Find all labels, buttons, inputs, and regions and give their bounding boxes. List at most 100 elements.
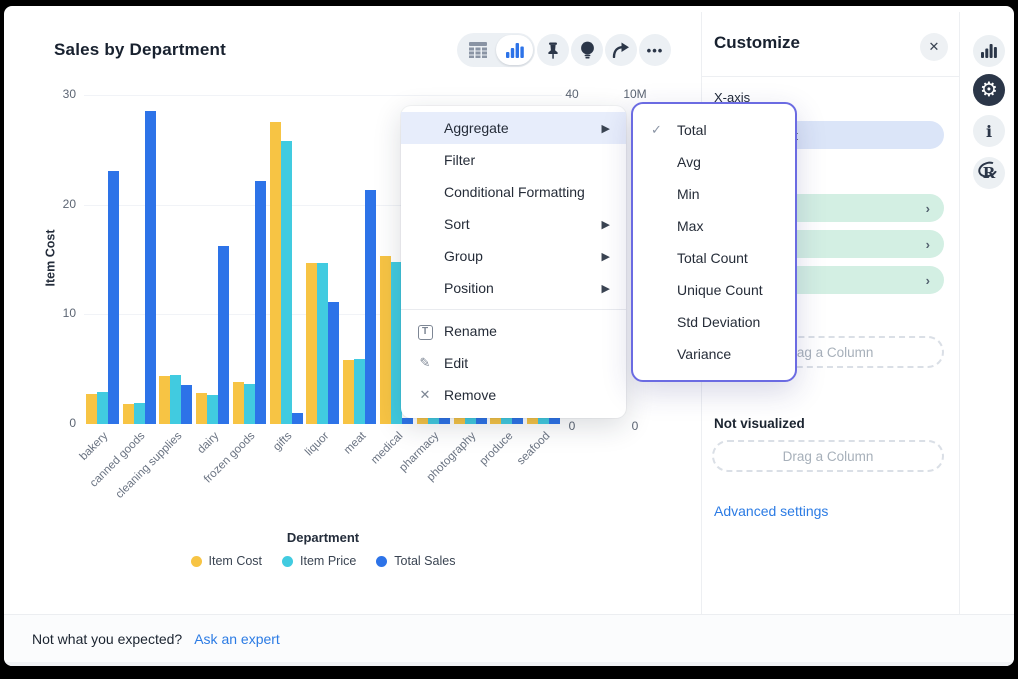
bar-chart-icon bbox=[981, 44, 997, 58]
submenu-item-std-deviation[interactable]: Std Deviation bbox=[633, 306, 795, 338]
share-button[interactable] bbox=[605, 34, 637, 66]
submenu-item-max[interactable]: Max bbox=[633, 210, 795, 242]
page-title: Sales by Department bbox=[54, 40, 226, 60]
submenu-item-label: Total bbox=[677, 122, 707, 138]
bar-item-price[interactable] bbox=[134, 403, 145, 424]
submenu-item-avg[interactable]: Avg bbox=[633, 146, 795, 178]
bar-item-cost[interactable] bbox=[270, 122, 281, 424]
legend-item-item-price[interactable]: Item Price bbox=[282, 554, 356, 568]
rail-settings-button[interactable]: ⚙ bbox=[973, 74, 1005, 106]
submenu-item-total-count[interactable]: Total Count bbox=[633, 242, 795, 274]
bar-group-gifts[interactable] bbox=[268, 122, 305, 424]
bar-group-cleaning-supplies[interactable] bbox=[158, 375, 195, 424]
lightbulb-icon bbox=[580, 41, 595, 59]
submenu-item-label: Std Deviation bbox=[677, 314, 760, 330]
chart-view-button[interactable] bbox=[496, 35, 533, 65]
bar-total-sales[interactable] bbox=[402, 418, 413, 424]
table-icon bbox=[469, 42, 487, 58]
table-view-button[interactable] bbox=[459, 35, 496, 65]
bar-item-price[interactable] bbox=[281, 141, 292, 424]
footer-question: Not what you expected? bbox=[32, 631, 182, 647]
bar-total-sales[interactable] bbox=[365, 190, 376, 424]
bar-total-sales[interactable] bbox=[292, 413, 303, 424]
menu-item-edit[interactable]: ✎Edit bbox=[401, 347, 626, 379]
rail-info-button[interactable]: i bbox=[973, 115, 1005, 147]
more-options-button[interactable]: ••• bbox=[639, 34, 671, 66]
view-toggle[interactable] bbox=[457, 33, 535, 67]
bar-item-cost[interactable] bbox=[233, 382, 244, 424]
menu-item-label: Group bbox=[444, 248, 483, 264]
drag-placeholder: Drag a Column bbox=[783, 449, 874, 464]
y-tick-label: 10 bbox=[46, 306, 76, 320]
bar-total-sales[interactable] bbox=[108, 171, 119, 424]
close-panel-button[interactable]: ✕ bbox=[920, 33, 948, 61]
menu-item-rename[interactable]: TRename bbox=[401, 315, 626, 347]
bar-item-cost[interactable] bbox=[196, 393, 207, 424]
menu-item-group[interactable]: Group▶ bbox=[401, 240, 626, 272]
bar-group-meat[interactable] bbox=[341, 190, 378, 424]
menu-item-position[interactable]: Position▶ bbox=[401, 272, 626, 304]
bar-item-price[interactable] bbox=[97, 392, 108, 424]
submenu-item-label: Min bbox=[677, 186, 700, 202]
bar-item-price[interactable] bbox=[244, 384, 255, 424]
legend-dot bbox=[191, 556, 202, 567]
menu-item-label: Edit bbox=[444, 355, 468, 371]
bar-total-sales[interactable] bbox=[328, 302, 339, 424]
bar-group-frozen-goods[interactable] bbox=[231, 181, 268, 424]
bar-total-sales[interactable] bbox=[218, 246, 229, 424]
ask-an-expert-link[interactable]: Ask an expert bbox=[194, 631, 280, 647]
bar-item-cost[interactable] bbox=[86, 394, 97, 424]
pin-button[interactable] bbox=[537, 34, 569, 66]
app-window: Sales by Department bbox=[4, 6, 1014, 666]
customize-panel-title: Customize bbox=[714, 33, 800, 53]
bar-group-liquor[interactable] bbox=[305, 263, 342, 424]
bar-item-cost[interactable] bbox=[380, 256, 391, 424]
submenu-item-label: Avg bbox=[677, 154, 701, 170]
not-visualized-drop-zone[interactable]: Drag a Column bbox=[712, 440, 944, 472]
checkmark-icon: ✓ bbox=[651, 122, 662, 138]
bar-item-cost[interactable] bbox=[159, 376, 170, 424]
bar-total-sales[interactable] bbox=[145, 111, 156, 424]
submenu-item-total[interactable]: ✓ Total bbox=[633, 114, 795, 146]
screenshot-frame: Sales by Department bbox=[0, 0, 1018, 679]
bar-item-price[interactable] bbox=[354, 359, 365, 424]
advanced-settings-link[interactable]: Advanced settings bbox=[714, 503, 828, 519]
menu-item-remove[interactable]: ✕Remove bbox=[401, 379, 626, 411]
bar-group-canned-goods[interactable] bbox=[121, 111, 158, 424]
legend-label: Total Sales bbox=[394, 554, 455, 568]
bar-group-dairy[interactable] bbox=[194, 246, 231, 424]
y-axis-title: Item Cost bbox=[43, 230, 57, 287]
menu-item-aggregate[interactable]: Aggregate▶ bbox=[401, 112, 626, 144]
bar-item-price[interactable] bbox=[170, 375, 181, 424]
chevron-right-icon: › bbox=[926, 273, 930, 288]
menu-item-filter[interactable]: Filter bbox=[401, 144, 626, 176]
panel-header-divider bbox=[701, 76, 959, 77]
bar-group-bakery[interactable] bbox=[84, 171, 121, 424]
insights-button[interactable] bbox=[571, 34, 603, 66]
submenu-item-unique-count[interactable]: Unique Count bbox=[633, 274, 795, 306]
footer-substrip bbox=[4, 662, 1014, 666]
menu-item-conditional-formatting[interactable]: Conditional Formatting bbox=[401, 176, 626, 208]
bar-total-sales[interactable] bbox=[181, 385, 192, 424]
bar-item-price[interactable] bbox=[207, 395, 218, 424]
submenu-item-min[interactable]: Min bbox=[633, 178, 795, 210]
legend-item-total-sales[interactable]: Total Sales bbox=[376, 554, 455, 568]
rail-chart-button[interactable] bbox=[973, 35, 1005, 67]
rail-r-logo-button[interactable]: R bbox=[973, 157, 1005, 189]
menu-item-label: Rename bbox=[444, 323, 497, 339]
submenu-item-label: Variance bbox=[677, 346, 731, 362]
chart-legend: Item Cost Item Price Total Sales bbox=[84, 554, 562, 568]
bar-item-cost[interactable] bbox=[123, 404, 134, 424]
pin-icon bbox=[545, 42, 561, 59]
legend-dot bbox=[282, 556, 293, 567]
context-menu: Aggregate▶FilterConditional FormattingSo… bbox=[401, 106, 626, 418]
submenu-item-variance[interactable]: Variance bbox=[633, 338, 795, 370]
bar-item-cost[interactable] bbox=[343, 360, 354, 424]
menu-divider bbox=[401, 309, 626, 310]
rail-divider bbox=[959, 12, 960, 614]
bar-total-sales[interactable] bbox=[255, 181, 266, 424]
bar-item-price[interactable] bbox=[317, 263, 328, 424]
menu-item-sort[interactable]: Sort▶ bbox=[401, 208, 626, 240]
legend-item-item-cost[interactable]: Item Cost bbox=[191, 554, 263, 568]
bar-item-cost[interactable] bbox=[306, 263, 317, 424]
